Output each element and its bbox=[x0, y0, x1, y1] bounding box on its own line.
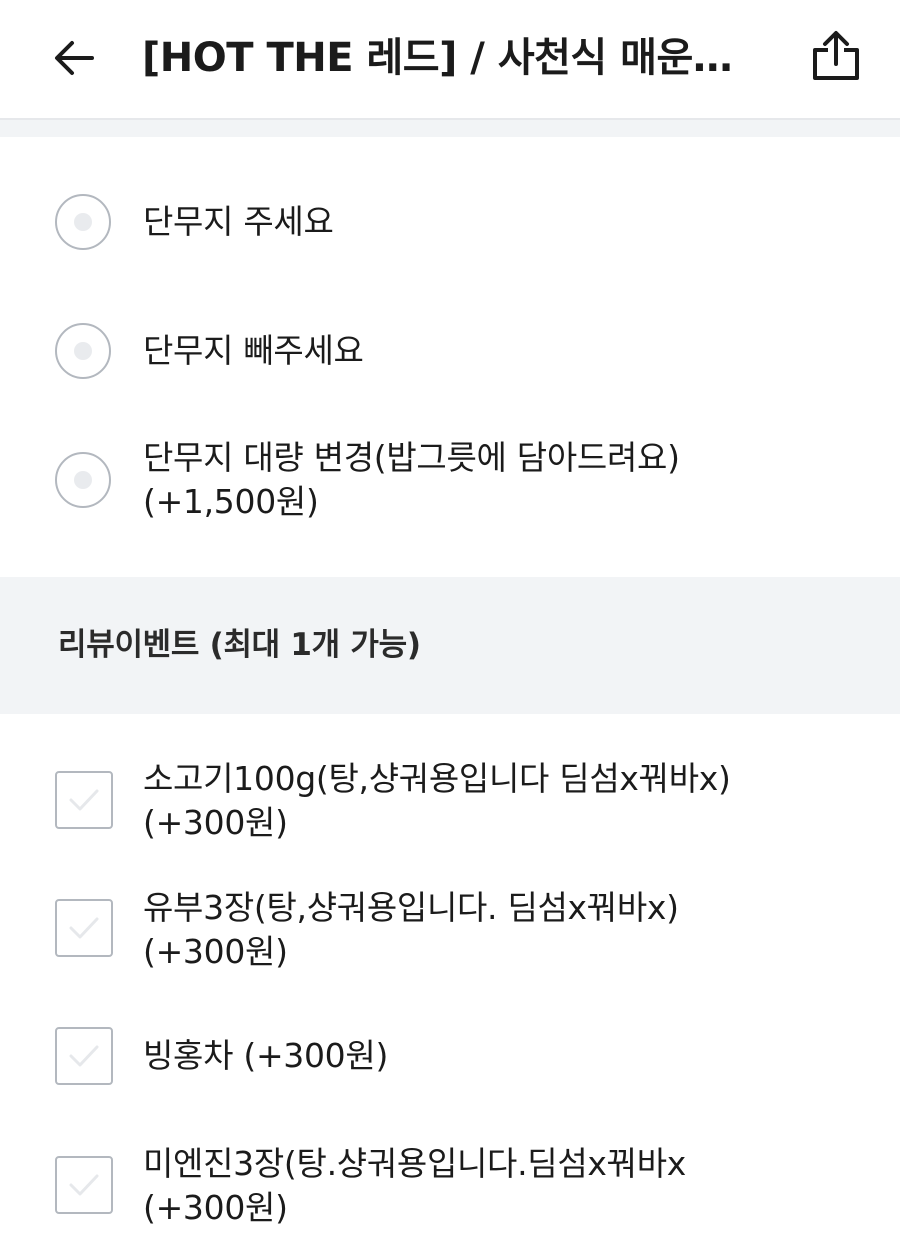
option-price: (+300원) bbox=[143, 1188, 288, 1227]
radio-dot bbox=[74, 342, 92, 360]
option-label: 단무지 주세요 bbox=[143, 200, 863, 244]
option-label-text: 유부3장(탕,샹궈용입니다. 딤섬x꿔바x) bbox=[143, 888, 679, 927]
check-icon bbox=[69, 1174, 99, 1196]
radio-button[interactable] bbox=[55, 323, 111, 379]
checkbox[interactable] bbox=[55, 899, 113, 957]
option-label-text: 단무지 주세요 bbox=[143, 202, 334, 241]
radio-dot bbox=[74, 213, 92, 231]
option-price: (+300원) bbox=[143, 803, 288, 842]
radio-option[interactable]: 단무지 빼주세요 bbox=[0, 320, 900, 390]
checkbox-option[interactable]: 유부3장(탕,샹궈용입니다. 딤섬x꿔바x) (+300원) bbox=[0, 886, 900, 986]
check-icon bbox=[69, 789, 99, 811]
checkbox[interactable] bbox=[55, 771, 113, 829]
radio-dot bbox=[74, 471, 92, 489]
option-price: (+300원) bbox=[143, 932, 288, 971]
checkbox[interactable] bbox=[55, 1156, 113, 1214]
option-label: 단무지 빼주세요 bbox=[143, 329, 863, 373]
back-button[interactable] bbox=[44, 30, 104, 86]
option-price: (+1,500원) bbox=[143, 482, 319, 521]
option-label-text: 단무지 대량 변경(밥그릇에 담아드려요) bbox=[143, 438, 680, 477]
share-button[interactable] bbox=[804, 24, 868, 88]
check-icon bbox=[69, 1045, 99, 1067]
divider-strip bbox=[0, 120, 900, 137]
checkbox[interactable] bbox=[55, 1027, 113, 1085]
page-title: [HOT THE 레드] / 사천식 매운… bbox=[142, 35, 733, 81]
option-label: 미엔진3장(탕.샹궈용입니다.딤섬x꿔바x (+300원) bbox=[143, 1142, 863, 1230]
radio-button[interactable] bbox=[55, 452, 111, 508]
checkbox-option[interactable]: 빙홍차 (+300원) bbox=[0, 1025, 900, 1089]
checkbox-option[interactable]: 미엔진3장(탕.샹궈용입니다.딤섬x꿔바x (+300원) bbox=[0, 1142, 900, 1242]
checkbox-option[interactable]: 소고기100g(탕,샹궈용입니다 딤섬x꿔바x) (+300원) bbox=[0, 757, 900, 857]
app-header: [HOT THE 레드] / 사천식 매운… bbox=[0, 0, 900, 120]
option-label-text: 빙홍차 (+300원) bbox=[143, 1036, 389, 1075]
option-label: 단무지 대량 변경(밥그릇에 담아드려요) (+1,500원) bbox=[143, 436, 863, 524]
radio-option[interactable]: 단무지 대량 변경(밥그릇에 담아드려요) (+1,500원) bbox=[0, 436, 900, 536]
share-icon bbox=[813, 31, 859, 80]
check-icon bbox=[69, 917, 99, 939]
option-label-text: 미엔진3장(탕.샹궈용입니다.딤섬x꿔바x bbox=[143, 1144, 687, 1183]
arrow-left-icon bbox=[55, 41, 94, 75]
option-label: 소고기100g(탕,샹궈용입니다 딤섬x꿔바x) (+300원) bbox=[143, 757, 863, 845]
option-label: 유부3장(탕,샹궈용입니다. 딤섬x꿔바x) (+300원) bbox=[143, 886, 863, 974]
radio-button[interactable] bbox=[55, 194, 111, 250]
option-label-text: 단무지 빼주세요 bbox=[143, 331, 364, 370]
section-title: 리뷰이벤트 (최대 1개 가능) bbox=[58, 627, 421, 663]
option-label: 빙홍차 (+300원) bbox=[143, 1034, 863, 1078]
option-label-text: 소고기100g(탕,샹궈용입니다 딤섬x꿔바x) bbox=[143, 759, 731, 798]
radio-option[interactable]: 단무지 주세요 bbox=[0, 190, 900, 260]
review-section-header: 리뷰이벤트 (최대 1개 가능) bbox=[0, 577, 900, 714]
